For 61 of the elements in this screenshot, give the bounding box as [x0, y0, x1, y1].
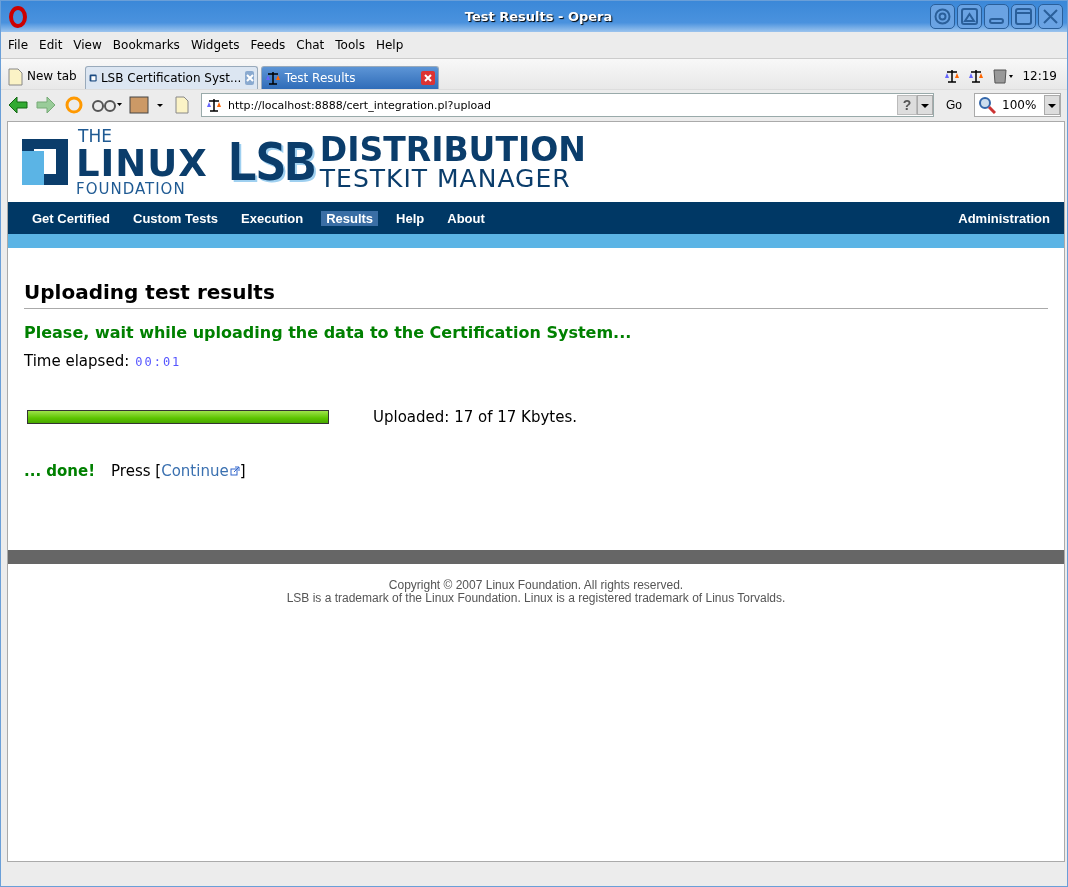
- dropdown-icon[interactable]: [1044, 95, 1060, 115]
- logo-text: THE: [77, 127, 113, 145]
- upload-count: Uploaded: 17 of 17 Kbytes.: [373, 408, 577, 426]
- window-title: Test Results - Opera: [463, 9, 614, 24]
- time-label: Time elapsed:: [24, 352, 130, 370]
- menu-item[interactable]: Tools: [330, 38, 371, 52]
- scale-icon: [968, 69, 985, 83]
- status-message: Please, wait while uploading the data to the Certification System...: [24, 323, 633, 342]
- nav-link[interactable]: Administration: [958, 210, 1050, 226]
- continue-link[interactable]: Continue: [161, 462, 240, 480]
- zoom-field[interactable]: 100%: [974, 93, 1061, 117]
- tab-close-button[interactable]: [245, 71, 254, 85]
- image-icon[interactable]: [129, 96, 165, 114]
- browser-logo-icon: [9, 5, 27, 28]
- page-icon: [88, 71, 97, 85]
- page-icon[interactable]: [7, 66, 23, 86]
- back-arrow-icon[interactable]: [7, 95, 29, 115]
- footer-text: Copyright © 2007 Linux Foundation. All rights reserved.: [387, 579, 685, 592]
- go-button[interactable]: Go: [940, 98, 968, 112]
- scale-icon: [206, 98, 222, 112]
- page-heading: Uploading test results: [24, 280, 1048, 309]
- bracket-text: ]: [239, 462, 246, 480]
- nav-link[interactable]: Help: [391, 210, 430, 226]
- glasses-icon[interactable]: [91, 97, 123, 113]
- menu-item[interactable]: Edit: [34, 38, 69, 52]
- menu-item[interactable]: Bookmarks: [107, 38, 186, 52]
- clock: 12:19: [1022, 69, 1058, 83]
- footer-text: LSB is a trademark of the Linux Foundation. Linux is a registered trademark of Linus Torvalds.: [285, 591, 787, 605]
- browser-tab[interactable]: LSB Certification Syst...: [84, 66, 258, 89]
- nav-link[interactable]: Execution: [236, 210, 309, 226]
- logo-text: TESTKIT MANAGER: [319, 166, 572, 191]
- logo-text: LINUX: [76, 144, 208, 182]
- external-link-icon[interactable]: [229, 466, 240, 476]
- search-engine-button[interactable]: ?: [897, 95, 917, 115]
- scale-icon: [944, 69, 961, 83]
- logo-text: FOUNDATION: [76, 181, 187, 197]
- menu-item[interactable]: Feeds: [245, 38, 292, 52]
- menu-item[interactable]: Widgets: [185, 38, 246, 52]
- nav-link[interactable]: About: [442, 210, 490, 226]
- forward-arrow-icon[interactable]: [35, 95, 57, 115]
- time-value: 00:01: [135, 355, 182, 369]
- menu-item[interactable]: File: [3, 38, 35, 52]
- address-field[interactable]: http://localhost:8888/cert_integration.pl?upload ?: [201, 93, 934, 117]
- done-message: ... done!: [24, 462, 96, 480]
- reload-icon[interactable]: [63, 95, 85, 115]
- menu-item[interactable]: Help: [370, 38, 410, 52]
- logo-text: DISTRIBUTION: [319, 133, 586, 166]
- menu-item[interactable]: Chat: [291, 38, 331, 52]
- press-text: Press [: [111, 462, 162, 480]
- scale-icon: [264, 71, 281, 85]
- foundation-logo-icon: [20, 137, 70, 187]
- nav-link[interactable]: Get Certified: [27, 210, 115, 226]
- browser-tab[interactable]: Test Results: [260, 66, 439, 89]
- new-tab-button[interactable]: New tab: [7, 63, 77, 89]
- nav-link[interactable]: Results: [321, 210, 379, 226]
- menu-item[interactable]: View: [68, 38, 108, 52]
- trash-icon[interactable]: [992, 68, 1015, 84]
- zoom-icon[interactable]: [978, 96, 996, 114]
- nav-link[interactable]: Custom Tests: [128, 210, 223, 226]
- dropdown-icon[interactable]: [917, 95, 933, 115]
- lsb-logo-text: LSB: [225, 132, 314, 192]
